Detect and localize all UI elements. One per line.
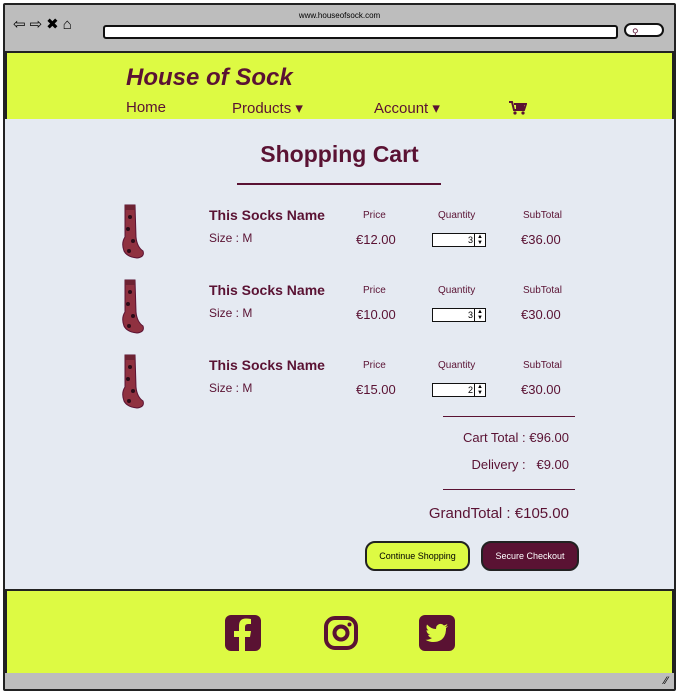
item-size: Size : M [209,306,253,320]
cart-item: This Socks Name Size : M Price Quantity … [5,203,674,263]
price-header: Price [363,210,386,221]
item-size: Size : M [209,381,253,395]
nav-account[interactable]: Account ▾ [374,99,440,117]
item-name[interactable]: This Socks Name [209,357,325,373]
stepper-arrows-icon[interactable]: ▲ ▼ [474,234,485,246]
quantity-value: 3 [467,310,473,320]
stepper-arrows-icon[interactable]: ▲ ▼ [474,309,485,321]
browser-status-bar: ⁄⁄ [5,673,674,689]
item-price: €15.00 [356,382,396,397]
subtotal-header: SubTotal [523,285,562,296]
quantity-stepper[interactable]: 3 ▲ ▼ [432,233,486,247]
page-title: Shopping Cart [260,141,419,167]
browser-window: www.houseofsock.com ⇦ ⇨ ✖ ⌂ ⚲ House of S… [3,3,676,691]
quantity-header: Quantity [438,285,476,296]
browser-nav: ⇦ ⇨ ✖ ⌂ [13,17,72,33]
stepper-arrows-icon[interactable]: ▲ ▼ [474,384,485,396]
cart-item: This Socks Name Size : M Price Quantity … [5,278,674,338]
close-icon[interactable]: ✖ [46,17,59,33]
title-divider [237,183,441,185]
address-bar[interactable] [103,25,618,39]
item-name[interactable]: This Socks Name [209,207,325,223]
sock-image [122,354,144,409]
subtotal-header: SubTotal [523,210,562,221]
delivery-cost: Delivery : €9.00 [471,457,569,472]
secure-checkout-button[interactable]: Secure Checkout [481,541,579,571]
sock-image [122,204,144,259]
quantity-stepper[interactable]: 3 ▲ ▼ [432,308,486,322]
site-footer [5,589,674,675]
brand-logo[interactable]: House of Sock [126,64,293,92]
home-icon[interactable]: ⌂ [63,17,72,33]
totals-divider [443,416,575,417]
instagram-icon[interactable] [323,615,359,651]
resize-handle-icon[interactable]: ⁄⁄ [664,675,668,687]
browser-search[interactable]: ⚲ [624,23,664,37]
cart-icon[interactable] [509,101,527,115]
cart-item: This Socks Name Size : M Price Quantity … [5,353,674,413]
nav-home[interactable]: Home [126,99,166,116]
site-header: House of Sock Home Products ▾ Account ▾ [5,51,674,121]
subtotal-header: SubTotal [523,360,562,371]
grand-total: GrandTotal : €105.00 [428,505,569,522]
item-subtotal: €30.00 [521,382,561,397]
item-price: €10.00 [356,307,396,322]
sock-image [122,279,144,334]
price-header: Price [363,360,386,371]
facebook-icon[interactable] [225,615,261,651]
item-name[interactable]: This Socks Name [209,282,325,298]
main-nav: Home Products ▾ Account ▾ [126,99,566,119]
item-subtotal: €36.00 [521,232,561,247]
item-price: €12.00 [356,232,396,247]
item-size: Size : M [209,231,253,245]
nav-products[interactable]: Products ▾ [232,99,303,117]
cart-total: Cart Total : €96.00 [463,430,569,445]
twitter-icon[interactable] [419,615,455,651]
cart-section: Shopping Cart This Socks Name Size : M P… [5,119,674,589]
url-text: www.houseofsock.com [298,11,381,20]
quantity-stepper[interactable]: 2 ▲ ▼ [432,383,486,397]
grand-total-divider [443,489,575,490]
quantity-value: 3 [467,235,473,245]
quantity-header: Quantity [438,360,476,371]
quantity-value: 2 [467,385,473,395]
forward-arrow-icon[interactable]: ⇨ [30,17,43,33]
back-arrow-icon[interactable]: ⇦ [13,17,26,33]
continue-shopping-button[interactable]: Continue Shopping [365,541,470,571]
browser-toolbar: www.houseofsock.com ⇦ ⇨ ✖ ⌂ ⚲ [5,5,674,51]
price-header: Price [363,285,386,296]
item-subtotal: €30.00 [521,307,561,322]
quantity-header: Quantity [438,210,476,221]
search-icon: ⚲ [632,27,639,37]
